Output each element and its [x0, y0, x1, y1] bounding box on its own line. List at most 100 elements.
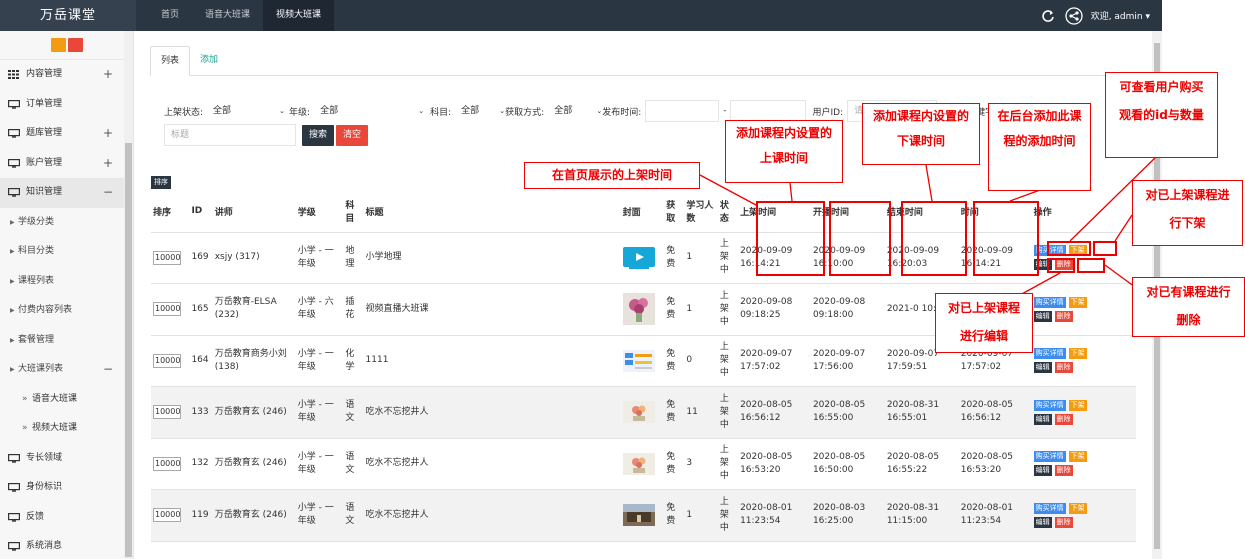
header-order: 排序: [151, 191, 190, 233]
sidebar-item-4[interactable]: 知识管理 −: [0, 178, 133, 208]
cover-image[interactable]: [622, 293, 655, 326]
edit-button[interactable]: 编辑: [1033, 362, 1052, 374]
sidebar-item-16[interactable]: 系统消息: [0, 532, 133, 559]
app-root: { "brand": "万岳课堂", "topnav": [ {"label":…: [0, 0, 1245, 559]
title-input[interactable]: 标题: [164, 124, 296, 146]
sidebar-item-1[interactable]: 订单管理: [0, 90, 133, 120]
sidebar-item-3[interactable]: 账户管理 +: [0, 149, 133, 179]
sidebar-item-7[interactable]: ▶ 课程列表: [0, 267, 133, 297]
table-row: 10000 132 万岳教育玄 (246) 小学 - 一年级 语文 吃水不忘挖井人 免费 3 上…: [151, 438, 1136, 490]
cell-status: 上架中: [717, 489, 739, 542]
clear-button[interactable]: 清空: [336, 124, 369, 146]
collapse-icon[interactable]: −: [103, 355, 113, 385]
order-input[interactable]: 10000: [153, 302, 181, 317]
sidebar-scrollbar[interactable]: [124, 31, 133, 559]
sidebar-item-11[interactable]: » 语音大班课: [0, 385, 133, 415]
sort-button[interactable]: 排序: [151, 176, 171, 189]
delete-button[interactable]: 删除: [1054, 310, 1073, 322]
user-menu[interactable]: 欢迎, admin ▾: [1091, 9, 1150, 22]
purchase-detail-button[interactable]: 购买详情: [1033, 451, 1066, 463]
cell-status: 上架中: [717, 232, 739, 284]
status-select[interactable]: 全部 ⌄: [207, 100, 285, 122]
expand-icon[interactable]: +: [103, 60, 113, 90]
cell-teacher: 万岳教育玄 (246): [212, 489, 296, 542]
cell-order: 10000: [151, 489, 190, 542]
edit-button[interactable]: 编辑: [1033, 516, 1052, 528]
unlist-button[interactable]: 下架: [1068, 451, 1087, 463]
expand-icon[interactable]: +: [103, 149, 113, 179]
edit-button[interactable]: 编辑: [1033, 413, 1052, 425]
delete-button[interactable]: 删除: [1054, 516, 1073, 528]
cell-id: 165: [189, 283, 213, 336]
collapse-icon[interactable]: −: [103, 178, 113, 208]
cover-image[interactable]: [622, 349, 655, 372]
time-filter-label: 发布时间:: [602, 107, 642, 118]
home-icon[interactable]: [50, 38, 66, 52]
method-select[interactable]: 全部 ⌄: [548, 100, 602, 122]
cell-learners: 11: [684, 386, 718, 439]
sidebar-item-2[interactable]: 题库管理 +: [0, 119, 133, 149]
highlight-end-time: [901, 201, 967, 276]
unlist-button[interactable]: 下架: [1068, 399, 1087, 411]
order-input[interactable]: 10000: [153, 508, 181, 523]
subject-select[interactable]: 全部 ⌄: [455, 100, 505, 122]
topnav-audio-class[interactable]: 语音大班课: [192, 0, 263, 31]
sidebar-item-15[interactable]: 反馈: [0, 503, 133, 533]
cell-learners: 0: [684, 335, 718, 387]
unlist-button[interactable]: 下架: [1068, 502, 1087, 514]
monitor-icon: [8, 453, 20, 463]
header-method: 获取: [664, 191, 685, 233]
order-input[interactable]: 10000: [153, 405, 181, 420]
top-nav: 首页 语音大班课 视频大班课: [148, 0, 335, 31]
cover-image[interactable]: [622, 452, 655, 475]
purchase-detail-button[interactable]: 购买详情: [1033, 296, 1066, 308]
avatar[interactable]: [1065, 6, 1083, 25]
unlist-button[interactable]: 下架: [1068, 296, 1087, 308]
sidebar-item-13[interactable]: 专长领域: [0, 444, 133, 474]
sidebar-item-14[interactable]: 身份标识: [0, 473, 133, 503]
expand-icon[interactable]: +: [103, 119, 113, 149]
edit-button[interactable]: 编辑: [1033, 310, 1052, 322]
start-date-input[interactable]: [645, 100, 720, 122]
sidebar-menu: 内容管理 + 订单管理 题库管理 + 账户管理 + 知识管理 − ▶ 学级分类 ▶ 科目分类 ▶ 课程列表 ▶…: [0, 60, 133, 559]
purchase-detail-button[interactable]: 购买详情: [1033, 399, 1066, 411]
lock-icon[interactable]: [67, 38, 83, 52]
edit-button[interactable]: 编辑: [1033, 465, 1052, 477]
topnav-video-class[interactable]: 视频大班课: [263, 0, 335, 31]
search-button[interactable]: 搜索: [302, 124, 335, 146]
cell-end-time: 2020-08-31 16:55:01: [884, 386, 959, 439]
delete-button[interactable]: 删除: [1054, 362, 1073, 374]
order-input[interactable]: 10000: [153, 456, 181, 471]
delete-button[interactable]: 删除: [1054, 413, 1073, 425]
sidebar-item-12[interactable]: » 视频大班课: [0, 414, 133, 444]
cell-list-time: 2020-08-05 16:56:12: [738, 386, 811, 439]
grade-select[interactable]: 全部 ⌄: [314, 100, 424, 122]
cover-image[interactable]: [622, 401, 655, 424]
cover-image[interactable]: [622, 246, 655, 269]
cell-time: 2020-08-05 16:53:20: [958, 438, 1032, 490]
unlist-button[interactable]: 下架: [1068, 348, 1087, 360]
sidebar-item-8[interactable]: ▶ 付费内容列表: [0, 296, 133, 326]
sidebar-item-10[interactable]: ▶ 大班课列表 −: [0, 355, 133, 385]
brand-logo[interactable]: 万岳课堂: [0, 0, 136, 31]
sidebar-item-5[interactable]: ▶ 学级分类: [0, 208, 133, 238]
sidebar-item-label: 内容管理: [26, 69, 63, 79]
cell-actions: 购买详情 下架编辑 删除: [1031, 386, 1136, 439]
order-input[interactable]: 10000: [153, 250, 181, 265]
cell-start-time: 2020-09-07 17:56:00: [810, 335, 885, 387]
cover-image[interactable]: [622, 504, 655, 527]
order-input[interactable]: 10000: [153, 353, 181, 368]
end-date-input[interactable]: [730, 100, 807, 122]
refresh-icon[interactable]: [1039, 7, 1057, 25]
purchase-detail-button[interactable]: 购买详情: [1033, 348, 1066, 360]
tab-add[interactable]: 添加: [190, 46, 228, 76]
sidebar-item-6[interactable]: ▶ 科目分类: [0, 237, 133, 267]
topnav-home[interactable]: 首页: [148, 0, 192, 31]
delete-button[interactable]: 删除: [1054, 465, 1073, 477]
sidebar-item-9[interactable]: ▶ 套餐管理: [0, 326, 133, 356]
tab-list[interactable]: 列表: [150, 46, 191, 76]
monitor-icon: [8, 483, 20, 492]
purchase-detail-button[interactable]: 购买详情: [1033, 502, 1066, 514]
sidebar-item-0[interactable]: 内容管理 +: [0, 60, 133, 90]
header-teacher: 讲师: [212, 191, 296, 233]
